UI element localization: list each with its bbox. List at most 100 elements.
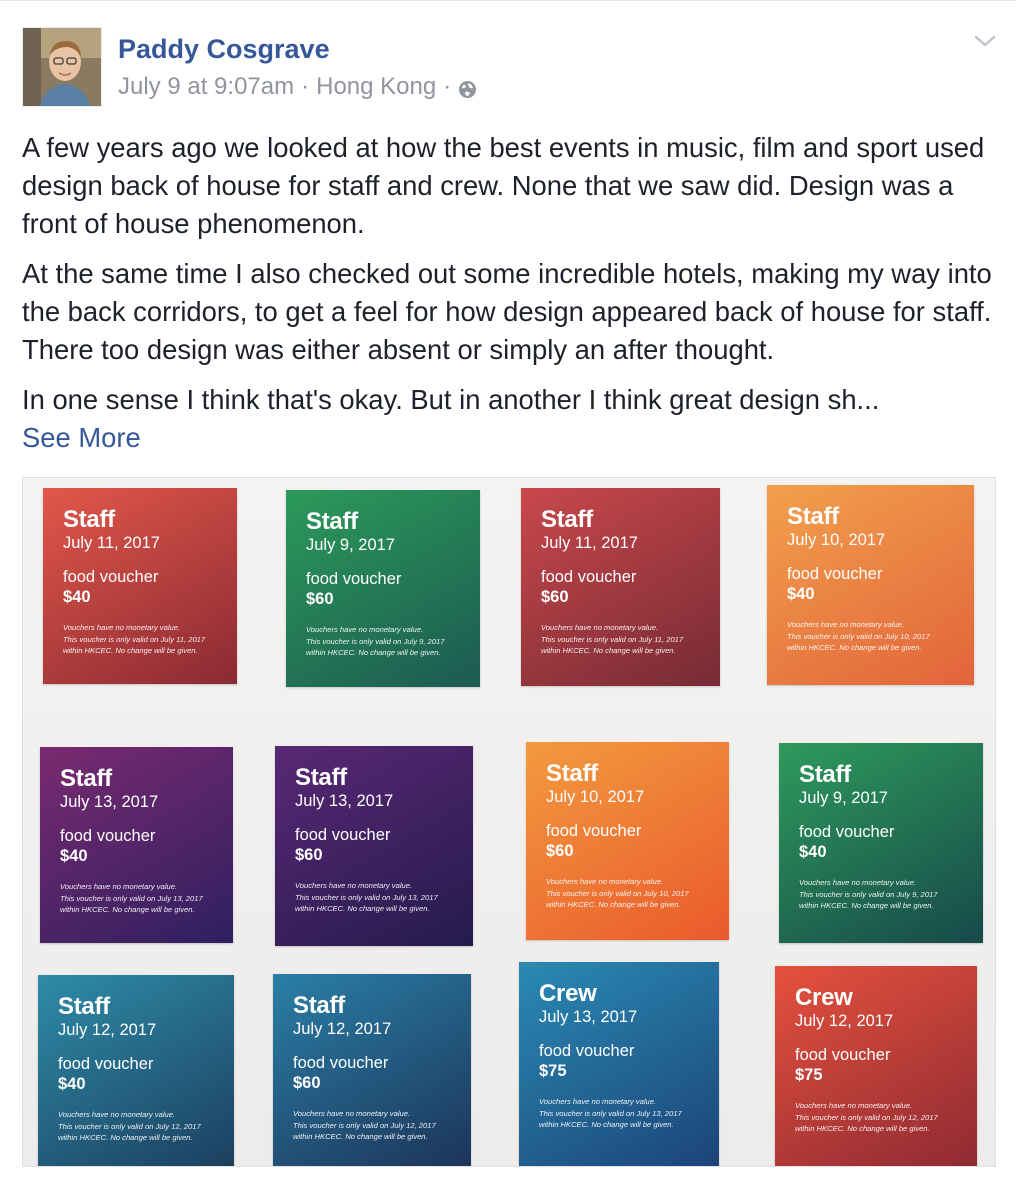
voucher-role: Staff	[295, 764, 347, 791]
voucher-card: Staff July 11, 2017 food voucher $60 Voucher…	[521, 488, 720, 686]
fine-print-line: Vouchers have no monetary value.	[306, 625, 424, 634]
author-name[interactable]: Paddy Cosgrave	[118, 33, 330, 65]
fine-print-line: within HKCEC. No change will be given.	[60, 905, 195, 914]
fine-print-line: This voucher is only valid on July 13, 2…	[295, 892, 438, 902]
voucher-amount: $60	[295, 846, 323, 864]
voucher-kind: food voucher	[795, 1046, 891, 1064]
voucher-date: July 12, 2017	[795, 1012, 894, 1030]
fine-print-line: Vouchers have no monetary value.	[293, 1109, 411, 1118]
voucher-date: July 10, 2017	[787, 531, 886, 549]
fine-print-line: Vouchers have no monetary value.	[795, 1101, 913, 1110]
voucher-date: July 13, 2017	[60, 793, 159, 811]
fine-print-line: within HKCEC. No change will be given.	[293, 1132, 428, 1141]
voucher-amount: $60	[546, 842, 574, 860]
voucher-date: July 11, 2017	[63, 534, 160, 552]
voucher-kind: food voucher	[60, 827, 156, 845]
fine-print-line: This voucher is only valid on July 12, 2…	[795, 1112, 938, 1122]
voucher-amount: $60	[306, 590, 334, 608]
voucher-fine-print: Vouchers have no monetary value. This vou…	[306, 624, 480, 659]
fine-print-line: This voucher is only valid on July 9, 20…	[799, 889, 938, 899]
voucher-role: Staff	[799, 761, 851, 788]
voucher-card: Staff July 13, 2017 food voucher $40 Voucher…	[40, 747, 233, 943]
voucher-role: Staff	[63, 506, 115, 533]
voucher-card: Staff July 9, 2017 food voucher $40 Vouchers…	[779, 743, 983, 943]
fine-print-line: This voucher is only valid on July 12, 2…	[58, 1121, 201, 1131]
fine-print-line: Vouchers have no monetary value.	[539, 1097, 657, 1106]
voucher-role: Staff	[787, 503, 839, 530]
voucher-fine-print: Vouchers have no monetary value. This vou…	[787, 619, 962, 654]
voucher-kind: food voucher	[63, 568, 159, 586]
see-more-link[interactable]: See More	[22, 419, 1002, 457]
voucher-card: Staff July 12, 2017 food voucher $40 Voucher…	[38, 975, 234, 1166]
voucher-kind: food voucher	[293, 1054, 389, 1072]
fine-print-line: within HKCEC. No change will be given.	[799, 901, 934, 910]
fine-print-line: Vouchers have no monetary value.	[787, 620, 905, 629]
voucher-card: Staff July 11, 2017 food voucher $40 Voucher…	[43, 488, 237, 684]
fine-print-line: This voucher is only valid on July 13, 2…	[539, 1108, 682, 1118]
voucher-kind: food voucher	[541, 568, 637, 586]
post-paragraph-2: At the same time I also checked out some…	[22, 258, 992, 365]
post-paragraph-3: In one sense I think that's okay. But in…	[22, 384, 880, 415]
post-timestamp[interactable]: July 9 at 9:07am	[118, 73, 294, 101]
fine-print-line: within HKCEC. No change will be given.	[546, 900, 681, 909]
fine-print-line: This voucher is only valid on July 13, 2…	[60, 893, 203, 903]
voucher-card: Staff July 9, 2017 food voucher $60 Vouchers…	[286, 490, 480, 687]
voucher-role: Staff	[306, 508, 358, 535]
globe-icon[interactable]	[458, 78, 477, 98]
voucher-kind: food voucher	[295, 826, 391, 844]
profile-photo-icon	[23, 28, 101, 106]
voucher-amount: $40	[63, 588, 91, 606]
fine-print-line: within HKCEC. No change will be given.	[306, 648, 441, 657]
voucher-amount: $75	[539, 1062, 567, 1080]
fine-print-line: within HKCEC. No change will be given.	[787, 643, 922, 652]
fine-print-line: This voucher is only valid on July 11, 2…	[63, 634, 206, 644]
fine-print-line: within HKCEC. No change will be given.	[539, 1120, 674, 1129]
voucher-date: July 9, 2017	[799, 789, 888, 807]
voucher-fine-print: Vouchers have no monetary value. This vou…	[799, 877, 974, 912]
voucher-fine-print: Vouchers have no monetary value. This vou…	[546, 876, 721, 911]
voucher-fine-print: Vouchers have no monetary value. This vou…	[58, 1109, 233, 1144]
voucher-card: Staff July 10, 2017 food voucher $60 Voucher…	[526, 742, 729, 940]
voucher-card: Staff July 12, 2017 food voucher $60 Voucher…	[273, 974, 471, 1166]
fine-print-line: within HKCEC. No change will be given.	[795, 1124, 930, 1133]
fine-print-line: This voucher is only valid on July 11, 2…	[541, 634, 684, 644]
voucher-fine-print: Vouchers have no monetary value. This vou…	[795, 1100, 970, 1135]
fine-print-line: This voucher is only valid on July 12, 2…	[293, 1120, 436, 1130]
voucher-role: Crew	[539, 980, 597, 1007]
fine-print-line: Vouchers have no monetary value.	[546, 877, 664, 886]
post-paragraph-1: A few years ago we looked at how the bes…	[22, 132, 985, 239]
voucher-date: July 9, 2017	[306, 536, 395, 554]
fine-print-line: Vouchers have no monetary value.	[295, 881, 413, 890]
voucher-kind: food voucher	[58, 1055, 154, 1073]
voucher-card: Staff July 13, 2017 food voucher $60 Voucher…	[275, 746, 473, 946]
fine-print-line: within HKCEC. No change will be given.	[295, 904, 430, 913]
voucher-fine-print: Vouchers have no monetary value. This vou…	[539, 1096, 714, 1131]
fine-print-line: within HKCEC. No change will be given.	[58, 1133, 193, 1142]
voucher-amount: $60	[293, 1074, 321, 1092]
voucher-role: Staff	[293, 992, 345, 1019]
voucher-kind: food voucher	[799, 823, 895, 841]
facebook-post: Paddy Cosgrave July 9 at 9:07am · Hong K…	[0, 0, 1016, 1188]
fine-print-line: Vouchers have no monetary value.	[58, 1110, 176, 1119]
post-location[interactable]: Hong Kong	[316, 73, 436, 101]
voucher-card: Staff July 10, 2017 food voucher $40 Voucher…	[767, 485, 974, 685]
post-photo[interactable]: Staff July 11, 2017 food voucher $40 Voucher…	[22, 477, 996, 1167]
author-avatar[interactable]	[22, 27, 102, 107]
voucher-fine-print: Vouchers have no monetary value. This vou…	[541, 622, 716, 657]
fine-print-line: This voucher is only valid on July 10, 2…	[787, 631, 930, 641]
voucher-fine-print: Vouchers have no monetary value. This vou…	[293, 1108, 468, 1143]
meta-separator-2: ·	[443, 73, 452, 100]
voucher-kind: food voucher	[306, 570, 402, 588]
voucher-amount: $75	[795, 1066, 823, 1084]
voucher-fine-print: Vouchers have no monetary value. This vou…	[63, 622, 237, 657]
chevron-down-icon[interactable]	[972, 31, 998, 51]
fine-print-line: within HKCEC. No change will be given.	[63, 646, 198, 655]
fine-print-line: within HKCEC. No change will be given.	[541, 646, 676, 655]
fine-print-line: Vouchers have no monetary value.	[60, 882, 178, 891]
voucher-amount: $40	[787, 585, 815, 603]
voucher-role: Staff	[546, 760, 598, 787]
voucher-role: Staff	[58, 993, 110, 1020]
fine-print-line: Vouchers have no monetary value.	[799, 878, 917, 887]
fine-print-line: Vouchers have no monetary value.	[63, 623, 181, 632]
voucher-date: July 12, 2017	[293, 1020, 392, 1038]
